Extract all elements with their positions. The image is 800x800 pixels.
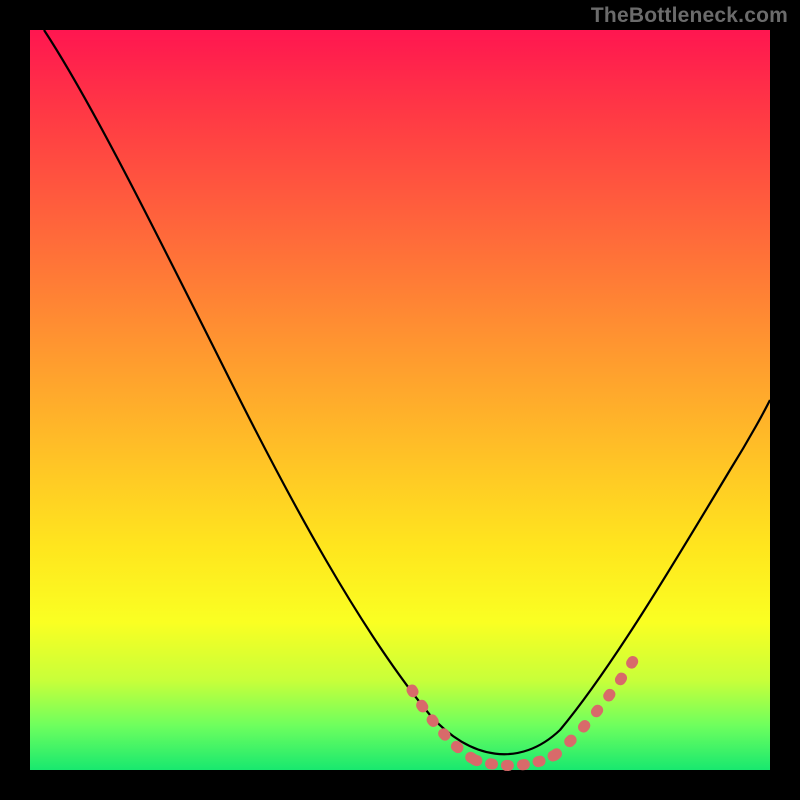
- watermark-text: TheBottleneck.com: [591, 4, 788, 28]
- highlight-dots-floor: [475, 755, 555, 765]
- chart-frame: TheBottleneck.com: [0, 0, 800, 800]
- curve-path: [44, 30, 770, 754]
- highlight-dots-left: [412, 690, 475, 760]
- highlight-dots-right: [555, 650, 640, 755]
- bottleneck-curve: [30, 30, 770, 770]
- plot-area: [30, 30, 770, 770]
